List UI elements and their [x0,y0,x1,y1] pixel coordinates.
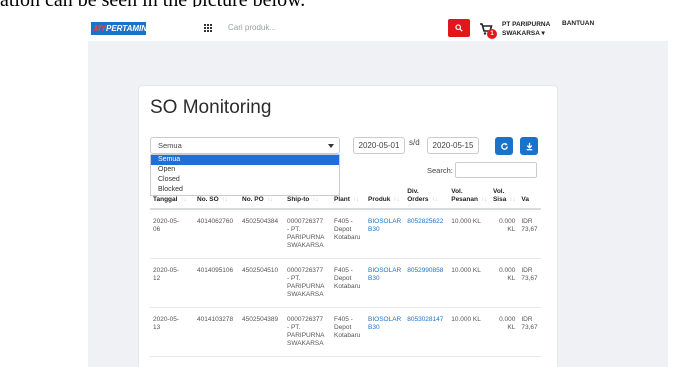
cell-produk-link[interactable]: BIOSOLAR B30 [365,209,405,259]
cell-value: IDR 73,67 [518,258,541,308]
cell-vol-pesanan: 10.000 KL [448,209,490,259]
sort-icon: ↑↓ [352,197,359,203]
table-row[interactable]: 2020-05- 06 4014062760 4502504384 000072… [150,209,541,259]
table-search-label: Search: [427,166,453,175]
cell-vol-sisa: 0.000 KL [489,258,519,308]
col-produk[interactable]: Produk ↑↓ [365,186,405,210]
page-title: SO Monitoring [150,97,272,118]
user-menu[interactable]: PT PARIPURNA SWAKARSA ▾ [502,20,550,38]
table-row[interactable]: 2020-05- 12 4014095106 4502504510 000072… [150,258,541,308]
download-button[interactable] [520,137,538,155]
col-div-orders[interactable]: Div. Orders ↑↓ [404,186,449,210]
refresh-icon [500,142,508,150]
top-navbar: MYPERTAMINA Cari produk... 1 PT PARIPURN… [88,7,668,41]
search-icon [455,24,463,32]
cell-plant: F405 - Depot Kotabaru [331,258,365,308]
cell-tanggal: 2020-05- 12 [150,258,194,308]
status-filter-value: Semua [158,141,182,150]
sort-icon: ↑↓ [431,197,438,203]
status-option-blocked[interactable]: Blocked [151,185,339,195]
cell-ship-to: 0000726377 - PT. PARIPURNA SWAKARSA [284,307,331,357]
status-filter-dropdown: Semua Open Closed Blocked [150,154,340,196]
search-button[interactable] [448,19,470,37]
so-monitoring-card: SO Monitoring Semua Semua Open Closed Bl… [138,85,558,367]
cell-value: IDR 73,67 [518,209,541,259]
apps-grid-icon[interactable] [204,24,212,32]
table-search-input[interactable] [455,162,537,178]
cell-vol-pesanan: 10.000 KL [448,258,490,308]
table-row[interactable]: 2020-05- 13 4014103278 4502504389 000072… [150,307,541,357]
cell-div-orders-link[interactable]: 8052825622 [404,209,449,259]
cell-value: IDR 73,67 [518,307,541,357]
sort-icon: ↑↓ [221,197,228,203]
col-vol-sisa[interactable]: Vol. Sisa ↑↓ [489,186,519,210]
cell-no-so: 4014103278 [194,307,239,357]
date-from-input[interactable]: 2020-05-01 [353,137,405,154]
status-option-semua[interactable]: Semua [151,155,339,165]
chevron-down-icon [328,144,334,148]
user-company-line2: SWAKARSA ▾ [502,30,545,37]
sort-icon: ↑↓ [393,197,400,203]
status-filter-select[interactable]: Semua [150,137,340,154]
so-table: Tanggal ↑↓ No. SO ↑↓ No. PO ↑↓ Ship-to ↑↓ Pl… [150,186,541,357]
status-option-open[interactable]: Open [151,165,339,175]
sort-icon: ↑↓ [480,197,487,203]
cell-ship-to: 0000726377 - PT. PARIPURNA SWAKARSA [284,258,331,308]
cell-vol-sisa: 0.000 KL [489,209,519,259]
cell-produk-link[interactable]: BIOSOLAR B30 [365,307,405,357]
sort-icon: ↑↓ [509,197,516,203]
sort-icon: ↑↓ [180,197,187,203]
cell-produk-link[interactable]: BIOSOLAR B30 [365,258,405,308]
user-company-line1: PT PARIPURNA [502,21,551,28]
col-value[interactable]: Va [518,186,541,210]
cell-no-so: 4014095106 [194,258,239,308]
product-search-input[interactable]: Cari produk... [222,19,442,37]
cell-ship-to: 0000726377 - PT. PARIPURNA SWAKARSA [284,209,331,259]
cell-plant: F405 - Depot Kotabaru [331,209,365,259]
cell-vol-pesanan: 10.000 KL [448,307,490,357]
cell-div-orders-link[interactable]: 8052990858 [404,258,449,308]
cell-no-po: 4502504389 [239,307,284,357]
cell-div-orders-link[interactable]: 8053028147 [404,307,449,357]
sort-icon: ↑↓ [266,197,273,203]
col-vol-pesanan[interactable]: Vol. Pesanan ↑↓ [448,186,490,210]
status-option-closed[interactable]: Closed [151,175,339,185]
cell-tanggal: 2020-05- 13 [150,307,194,357]
cell-no-po: 4502504510 [239,258,284,308]
brand-logo[interactable]: MYPERTAMINA [91,22,153,35]
date-range-separator: s/d [409,138,420,147]
download-icon [526,142,532,150]
sort-icon: ↑↓ [312,197,319,203]
date-to-input[interactable]: 2020-05-15 [427,137,479,154]
help-link[interactable]: BANTUAN [562,20,594,27]
cell-tanggal: 2020-05- 06 [150,209,194,259]
cart-count-badge: 1 [487,29,497,39]
cell-no-po: 4502504384 [239,209,284,259]
app-screenshot: MYPERTAMINA Cari produk... 1 PT PARIPURN… [88,7,668,367]
cell-vol-sisa: 0.000 KL [489,307,519,357]
refresh-button[interactable] [495,137,513,155]
cell-no-so: 4014062760 [194,209,239,259]
cell-plant: F405 - Depot Kotabaru [331,307,365,357]
